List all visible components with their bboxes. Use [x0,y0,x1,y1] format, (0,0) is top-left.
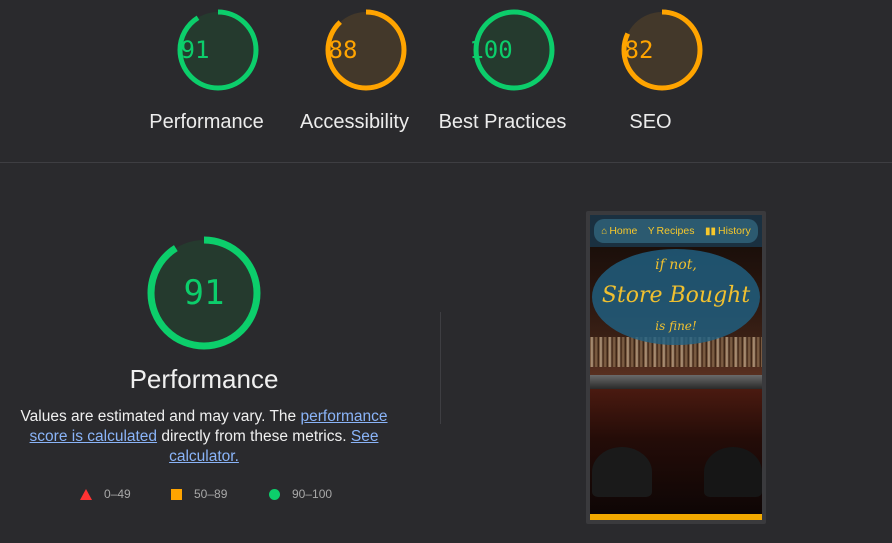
nav-item-recipes: Y Recipes [648,225,695,237]
performance-description: Values are estimated and may vary. The p… [8,407,400,467]
hero-oval: if not, Store Bought is fine! [592,249,760,345]
gauge-label: Performance [149,111,264,133]
nav-item-home: ⌂ Home [601,225,637,237]
gauge-label: SEO [629,111,672,133]
legend-fail: 0–49 [80,487,131,501]
gauge-score: 82 [624,36,654,64]
gauge-score: 88 [328,36,358,64]
gauge-label: Accessibility [300,111,409,133]
stool [592,447,652,497]
nav-item-history: ▮▮ History [705,225,751,237]
circle-icon [269,488,280,500]
hero-title: Store Bought [601,283,751,308]
gauge-accessibility[interactable]: 88 Accessibility [300,8,431,134]
vertical-divider [440,312,441,424]
category-gauges: 91 Performance 88 Accessibility 100 Best… [0,0,892,162]
square-icon [171,488,182,500]
triangle-icon [80,488,92,500]
legend-pass: 90–100 [269,487,332,501]
screenshot-image: ⌂ Home Y Recipes ▮▮ History if not, Stor… [590,215,762,520]
legend-average: 50–89 [171,487,227,501]
performance-score: 91 [183,273,225,313]
final-screenshot[interactable]: ⌂ Home Y Recipes ▮▮ History if not, Stor… [586,211,766,524]
legend-range: 90–100 [292,487,333,501]
desc-text: directly from these metrics. [157,428,351,445]
section-divider [0,162,892,163]
book-icon: ▮▮ [705,225,717,237]
gauge-score: 91 [180,36,210,64]
nav-label: History [718,225,751,237]
gauge-label: Best Practices [438,111,567,133]
site-nav: ⌂ Home Y Recipes ▮▮ History [594,219,758,243]
home-icon: ⌂ [601,225,608,237]
hero-line-3: is fine! [655,319,697,333]
legend-range: 0–49 [104,487,131,501]
gauge-performance[interactable]: 91 Performance [149,8,283,134]
legend-range: 50–89 [194,487,228,501]
footer-strip [590,514,762,520]
nav-label: Home [609,225,638,237]
stool [704,447,762,497]
desc-text: Values are estimated and may vary. The [20,408,301,425]
cocktail-icon: Y [647,225,655,237]
performance-title: Performance [129,364,279,394]
performance-gauge-large: 91 [146,235,262,351]
bar-counter [590,375,762,389]
gauge-seo[interactable]: 82 SEO [597,8,727,134]
nav-label: Recipes [656,225,695,237]
gauge-best-practices[interactable]: 100 Best Practices [439,8,579,134]
gauge-score: 100 [469,36,513,64]
hero-line-1: if not, [655,257,697,273]
